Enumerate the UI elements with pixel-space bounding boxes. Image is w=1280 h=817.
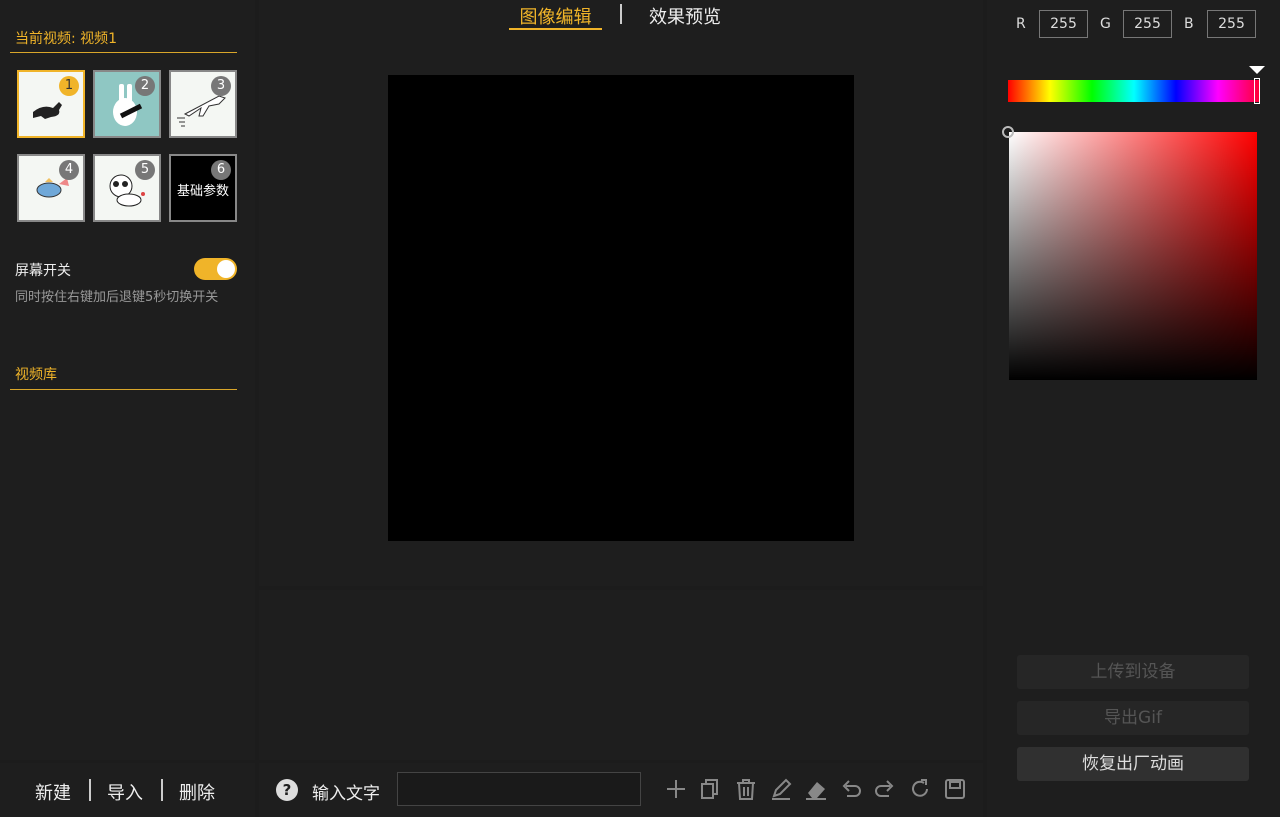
restore-factory-animation-button[interactable]: 恢复出厂动画	[1017, 747, 1249, 781]
import-button[interactable]: 导入	[107, 779, 143, 805]
b-value-field[interactable]: 255	[1207, 10, 1256, 38]
picker-cursor-icon[interactable]	[1002, 126, 1014, 138]
b-label: B	[1184, 16, 1194, 32]
divider	[161, 779, 163, 801]
color-panel	[987, 0, 1280, 817]
tab-image-edit[interactable]: 图像编辑	[509, 3, 602, 30]
video-thumb-2[interactable]: 2	[93, 70, 161, 138]
copy-icon[interactable]	[697, 776, 723, 802]
editor-panel: 图像编辑 效果预览	[259, 0, 983, 586]
input-text-label: 输入文字	[312, 784, 380, 804]
screen-switch-label: 屏幕开关	[15, 263, 71, 279]
tab-effect-preview[interactable]: 效果预览	[639, 3, 731, 30]
r-value-field[interactable]: 255	[1039, 10, 1088, 38]
saturation-value-picker[interactable]	[1009, 132, 1257, 380]
g-value-field[interactable]: 255	[1123, 10, 1172, 38]
thumb-number: 3	[211, 76, 231, 96]
export-gif-button[interactable]: 导出Gif	[1017, 701, 1249, 735]
rotate-icon[interactable]	[907, 776, 933, 802]
video-thumb-6[interactable]: 基础参数 6	[169, 154, 237, 222]
video-thumb-1[interactable]: 1	[17, 70, 85, 138]
left-panel: 当前视频: 视频1 1 2 3 4 5 基础参数 6 屏幕开关 同时按住右键加后…	[0, 0, 255, 760]
upload-to-device-button[interactable]: 上传到设备	[1017, 655, 1249, 689]
save-icon[interactable]	[942, 776, 968, 802]
pixel-canvas[interactable]	[388, 75, 854, 541]
thumb-number: 5	[135, 160, 155, 180]
tab-divider	[620, 4, 622, 24]
help-icon[interactable]: ?	[276, 779, 298, 801]
divider	[89, 779, 91, 801]
undo-icon[interactable]	[838, 776, 864, 802]
delete-button[interactable]: 删除	[179, 779, 215, 805]
video-thumb-4[interactable]: 4	[17, 154, 85, 222]
video-thumb-5[interactable]: 5	[93, 154, 161, 222]
hue-pointer-icon	[1249, 66, 1265, 74]
current-video-title: 当前视频: 视频1	[10, 28, 237, 53]
thumb-number: 2	[135, 76, 155, 96]
thumb-number: 4	[59, 160, 79, 180]
g-label: G	[1100, 16, 1111, 32]
screen-switch-toggle[interactable]	[194, 258, 237, 280]
add-icon[interactable]	[663, 776, 689, 802]
frame-timeline[interactable]	[259, 590, 983, 760]
pencil-icon[interactable]	[768, 776, 794, 802]
text-input[interactable]	[397, 772, 641, 806]
hue-slider-handle[interactable]	[1254, 78, 1260, 104]
video-thumb-3[interactable]: 3	[169, 70, 237, 138]
toggle-knob	[217, 260, 235, 278]
hue-slider[interactable]	[1008, 80, 1260, 102]
screen-switch-hint: 同时按住右键加后退键5秒切换开关	[15, 290, 219, 305]
library-title: 视频库	[10, 364, 237, 390]
trash-icon[interactable]	[733, 776, 759, 802]
thumb-number: 6	[211, 160, 231, 180]
eraser-icon[interactable]	[803, 776, 829, 802]
new-button[interactable]: 新建	[35, 779, 71, 805]
thumb-number: 1	[59, 76, 79, 96]
r-label: R	[1016, 16, 1026, 32]
thumb-label: 基础参数	[176, 184, 229, 199]
redo-icon[interactable]	[872, 776, 898, 802]
